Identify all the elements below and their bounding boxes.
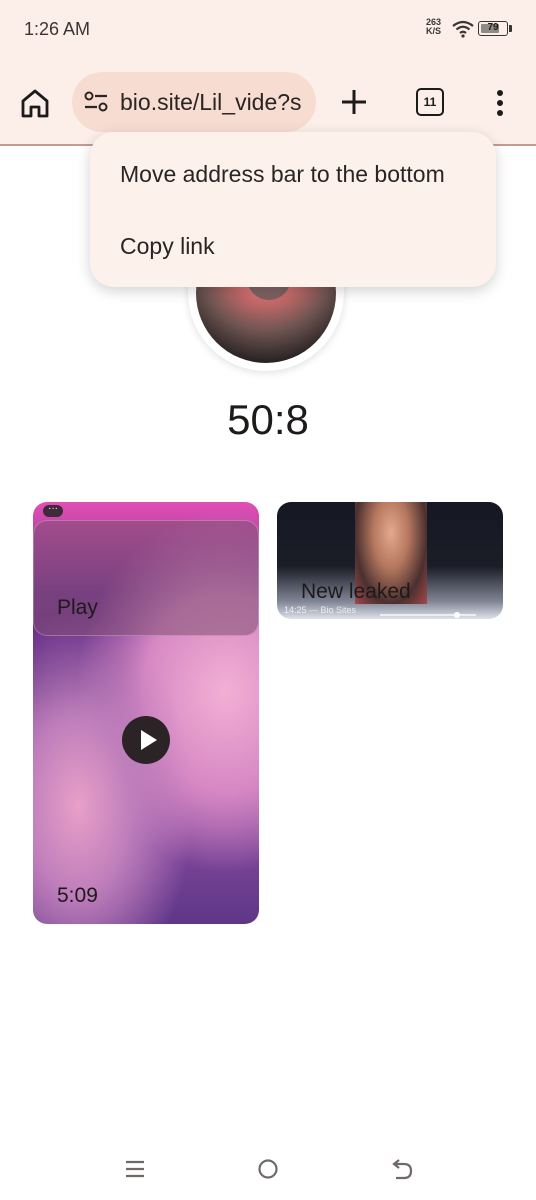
card-options-icon[interactable]: ···: [43, 504, 63, 517]
system-nav-bar: [0, 1140, 536, 1200]
card-title-play[interactable]: Play: [57, 596, 98, 620]
video-duration: 5:09: [57, 884, 98, 907]
more-vert-icon[interactable]: [490, 86, 510, 120]
more-dot: [497, 90, 503, 96]
menu-item-move-address-bar[interactable]: Move address bar to the bottom: [120, 161, 445, 188]
battery-icon: 79: [478, 21, 508, 36]
plus-icon[interactable]: [340, 86, 368, 118]
circle-icon[interactable]: [257, 1158, 279, 1180]
context-menu: Move address bar to the bottom Copy link: [90, 132, 496, 287]
menu-icon[interactable]: [124, 1158, 146, 1180]
address-bar[interactable]: bio.site/Lil_vide?s: [72, 72, 316, 132]
more-dot: [497, 100, 503, 106]
url-text[interactable]: bio.site/Lil_vide?s: [120, 89, 302, 116]
wifi-icon: [452, 20, 474, 38]
more-dot: [497, 110, 503, 116]
back-icon[interactable]: [391, 1158, 413, 1180]
menu-item-copy-link[interactable]: Copy link: [120, 233, 215, 260]
home-icon[interactable]: [18, 86, 52, 120]
counter-text: 50:8: [227, 396, 309, 443]
video-progress-track[interactable]: [380, 614, 476, 616]
battery-cap: [509, 25, 512, 32]
play-button[interactable]: [122, 716, 170, 764]
status-bar: 1:26 AM 263 K/S 79: [0, 0, 536, 62]
tab-switcher-button[interactable]: 11: [416, 88, 444, 116]
network-speed-unit: K/S: [426, 26, 442, 36]
play-icon: [141, 730, 157, 750]
status-time: 1:26 AM: [24, 19, 91, 39]
network-speed: 263 K/S: [426, 18, 441, 36]
card-title-new-leaked[interactable]: New leaked: [301, 580, 411, 604]
video-meta: 14:25 — Bio Sites: [284, 605, 357, 615]
battery-level: 79: [487, 22, 499, 33]
video-progress-knob[interactable]: [454, 612, 460, 618]
tune-icon[interactable]: [84, 91, 108, 113]
